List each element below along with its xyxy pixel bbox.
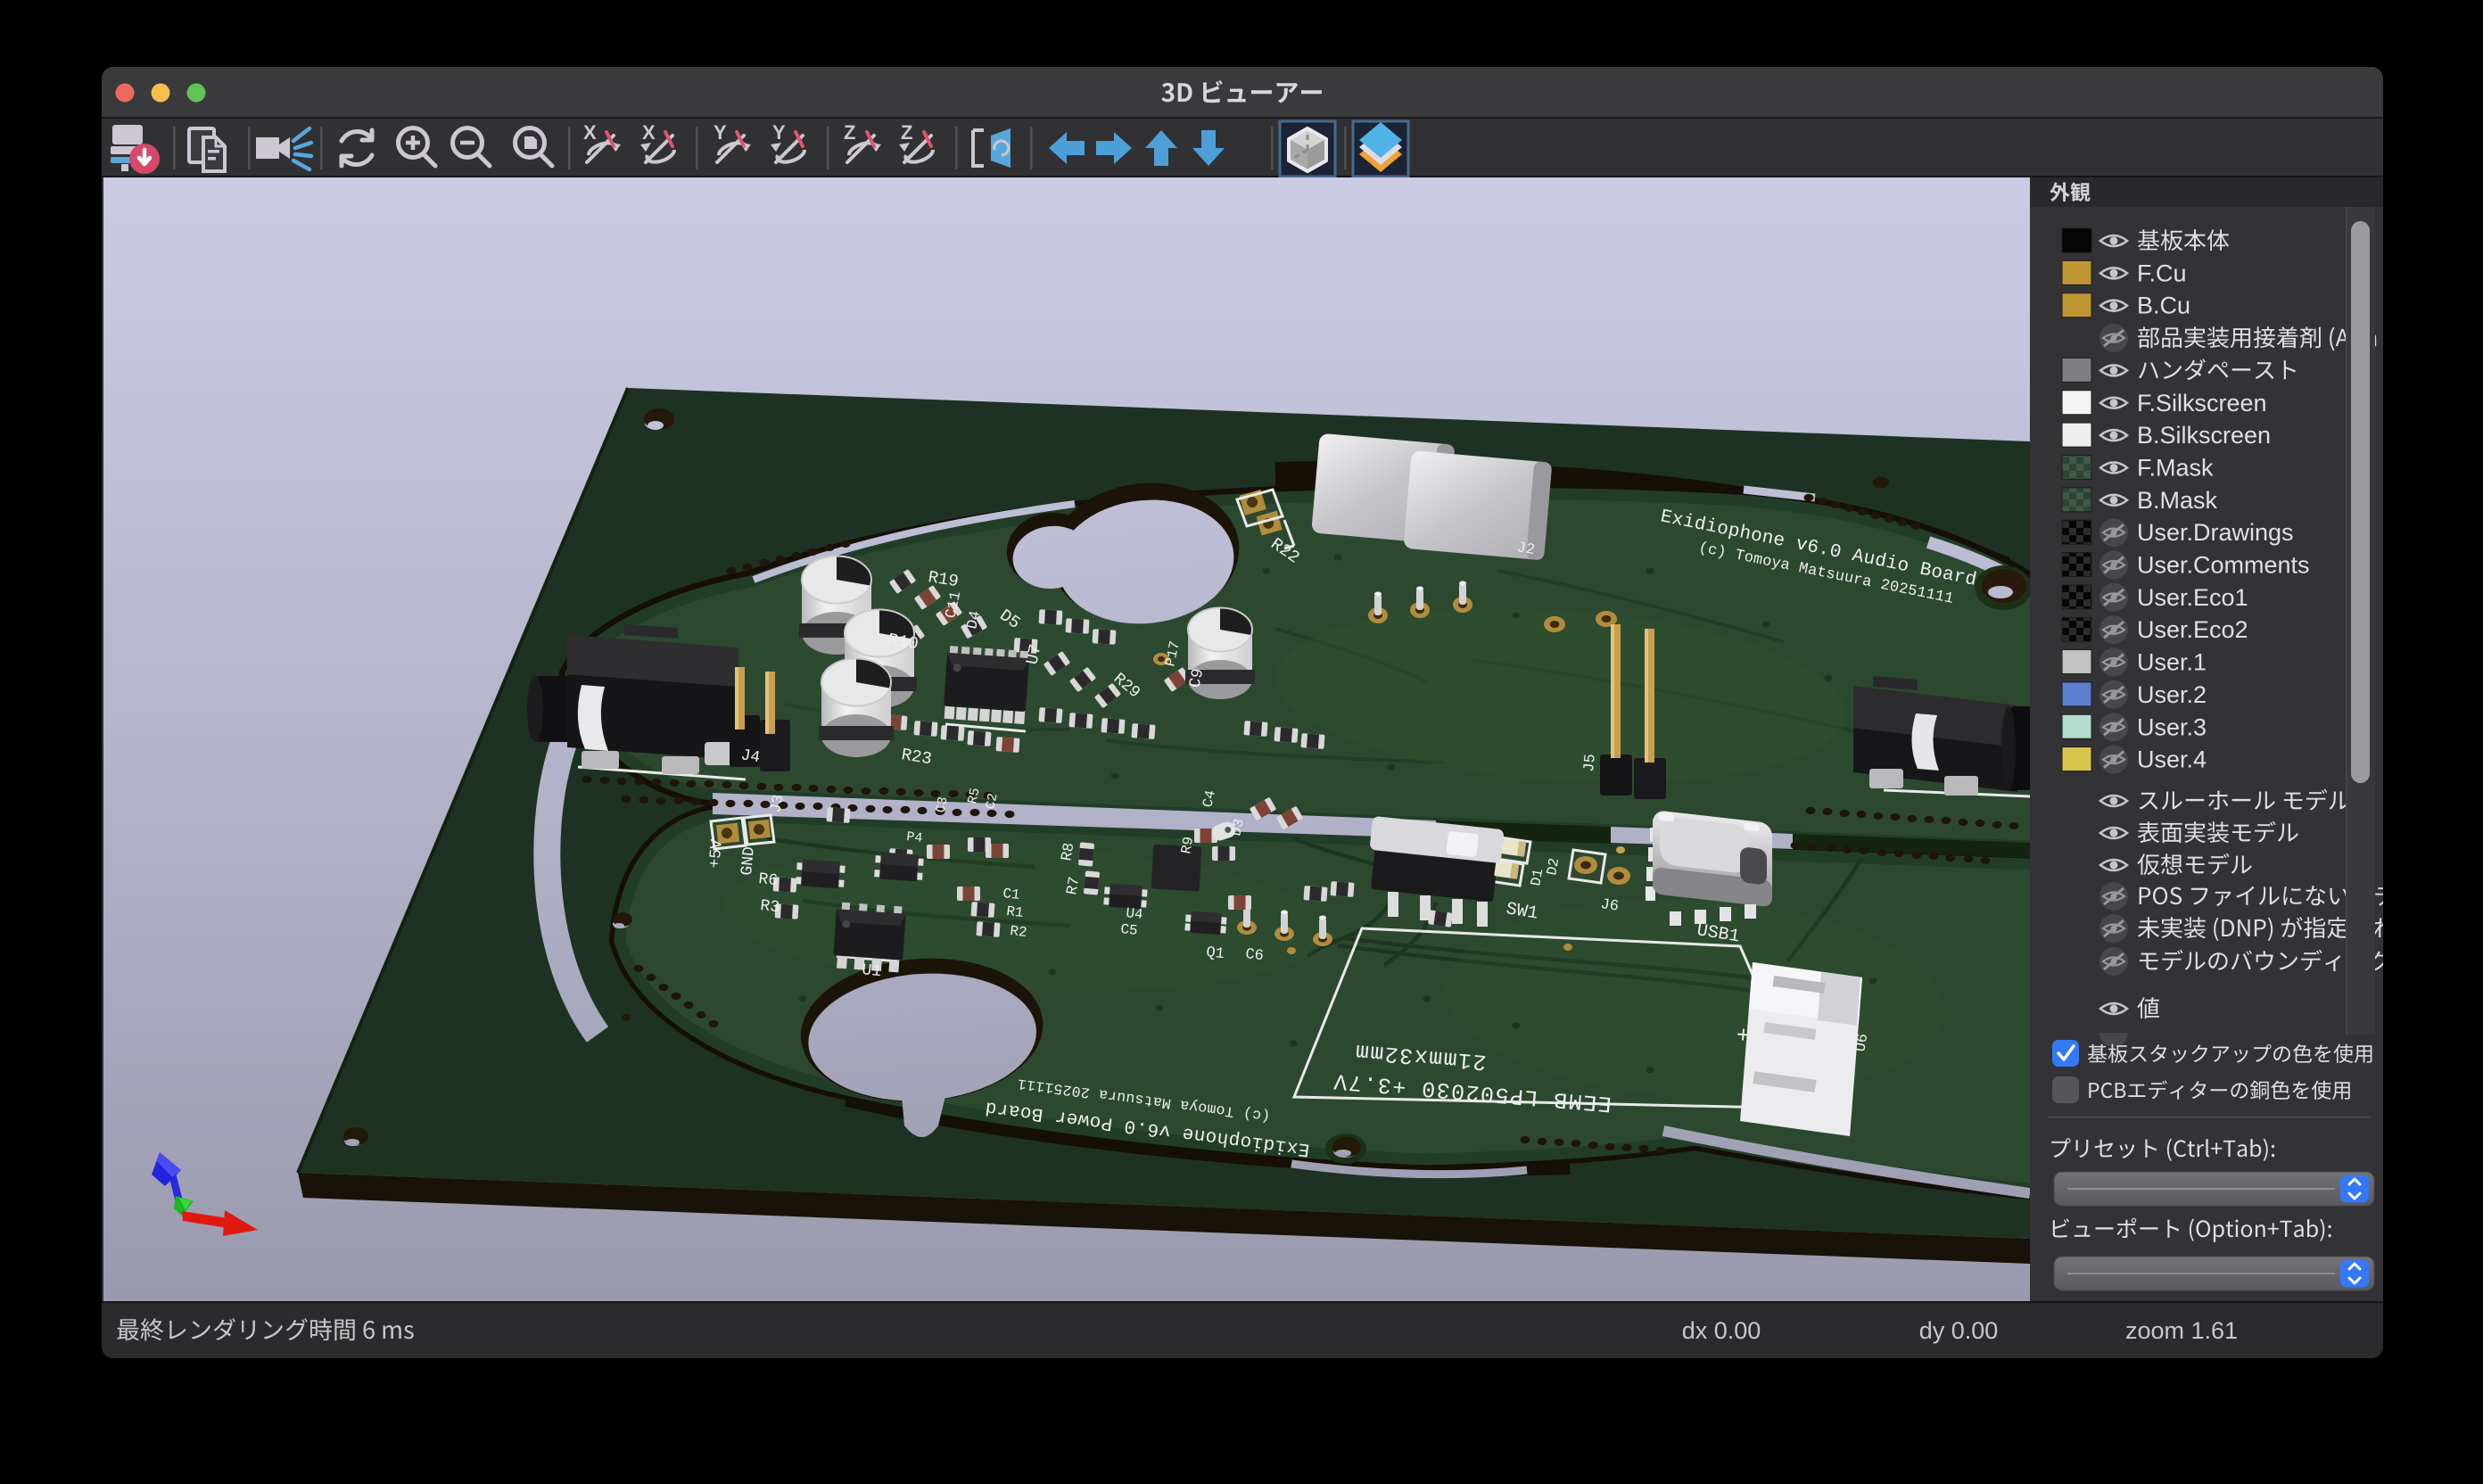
svg-text:User.1: User.1 (2137, 649, 2207, 676)
svg-text:B.Silkscreen: B.Silkscreen (2137, 422, 2271, 449)
svg-text:User.3: User.3 (2137, 713, 2207, 740)
svg-text:dy 0.00: dy 0.00 (1919, 1317, 1999, 1344)
svg-text:Y: Y (714, 121, 727, 144)
svg-text:User.Eco1: User.Eco1 (2137, 584, 2248, 611)
svg-text:R3: R3 (759, 897, 780, 917)
svg-text:J5: J5 (1581, 754, 1600, 773)
svg-text:J3: J3 (768, 794, 788, 814)
svg-text:J4: J4 (739, 746, 761, 767)
svg-text:R8: R8 (1059, 842, 1078, 862)
svg-text:+5V: +5V (706, 838, 727, 869)
svg-text:Y: Y (772, 121, 786, 144)
svg-text:B.Cu: B.Cu (2137, 293, 2190, 319)
svg-text:X: X (583, 121, 597, 144)
svg-text:U1: U1 (861, 961, 882, 981)
svg-text:zoom 1.61: zoom 1.61 (2125, 1317, 2238, 1344)
svg-text:R1: R1 (1005, 903, 1024, 921)
svg-text:F.Silkscreen: F.Silkscreen (2137, 390, 2267, 416)
svg-text:F.Mask: F.Mask (2137, 454, 2214, 481)
svg-text:D2: D2 (1544, 857, 1563, 877)
svg-text:User.4: User.4 (2137, 746, 2207, 773)
svg-text:Z: Z (901, 121, 912, 144)
svg-text:User.Comments: User.Comments (2137, 552, 2310, 579)
svg-text:P4: P4 (905, 829, 923, 846)
svg-text:dx 0.00: dx 0.00 (1682, 1317, 1761, 1344)
svg-text:X: X (642, 121, 656, 144)
svg-text:R9: R9 (1178, 836, 1197, 855)
svg-text:GND: GND (738, 845, 759, 876)
svg-text:User.2: User.2 (2137, 681, 2207, 708)
svg-text:R7: R7 (1064, 876, 1084, 896)
svg-text:C5: C5 (1119, 921, 1138, 939)
svg-text:C1: C1 (1002, 886, 1020, 903)
svg-text:U4: U4 (1125, 905, 1143, 923)
svg-text:U6: U6 (1852, 1033, 1872, 1053)
svg-text:J2: J2 (1515, 540, 1536, 559)
svg-text:R6: R6 (757, 870, 779, 890)
svg-text:Z: Z (844, 121, 855, 144)
svg-text:User.Eco2: User.Eco2 (2137, 616, 2248, 643)
svg-text:U7: U7 (1022, 642, 1045, 666)
svg-text:Q1: Q1 (1205, 944, 1225, 963)
svg-text:B.Mask: B.Mask (2137, 487, 2218, 514)
svg-text:User.Drawings: User.Drawings (2137, 519, 2294, 546)
svg-text:C6: C6 (1244, 946, 1264, 965)
svg-text:+: + (1735, 1022, 1751, 1050)
svg-text:R2: R2 (1009, 923, 1027, 941)
svg-text:J6: J6 (1599, 896, 1620, 916)
svg-text:F.Cu: F.Cu (2137, 260, 2187, 286)
